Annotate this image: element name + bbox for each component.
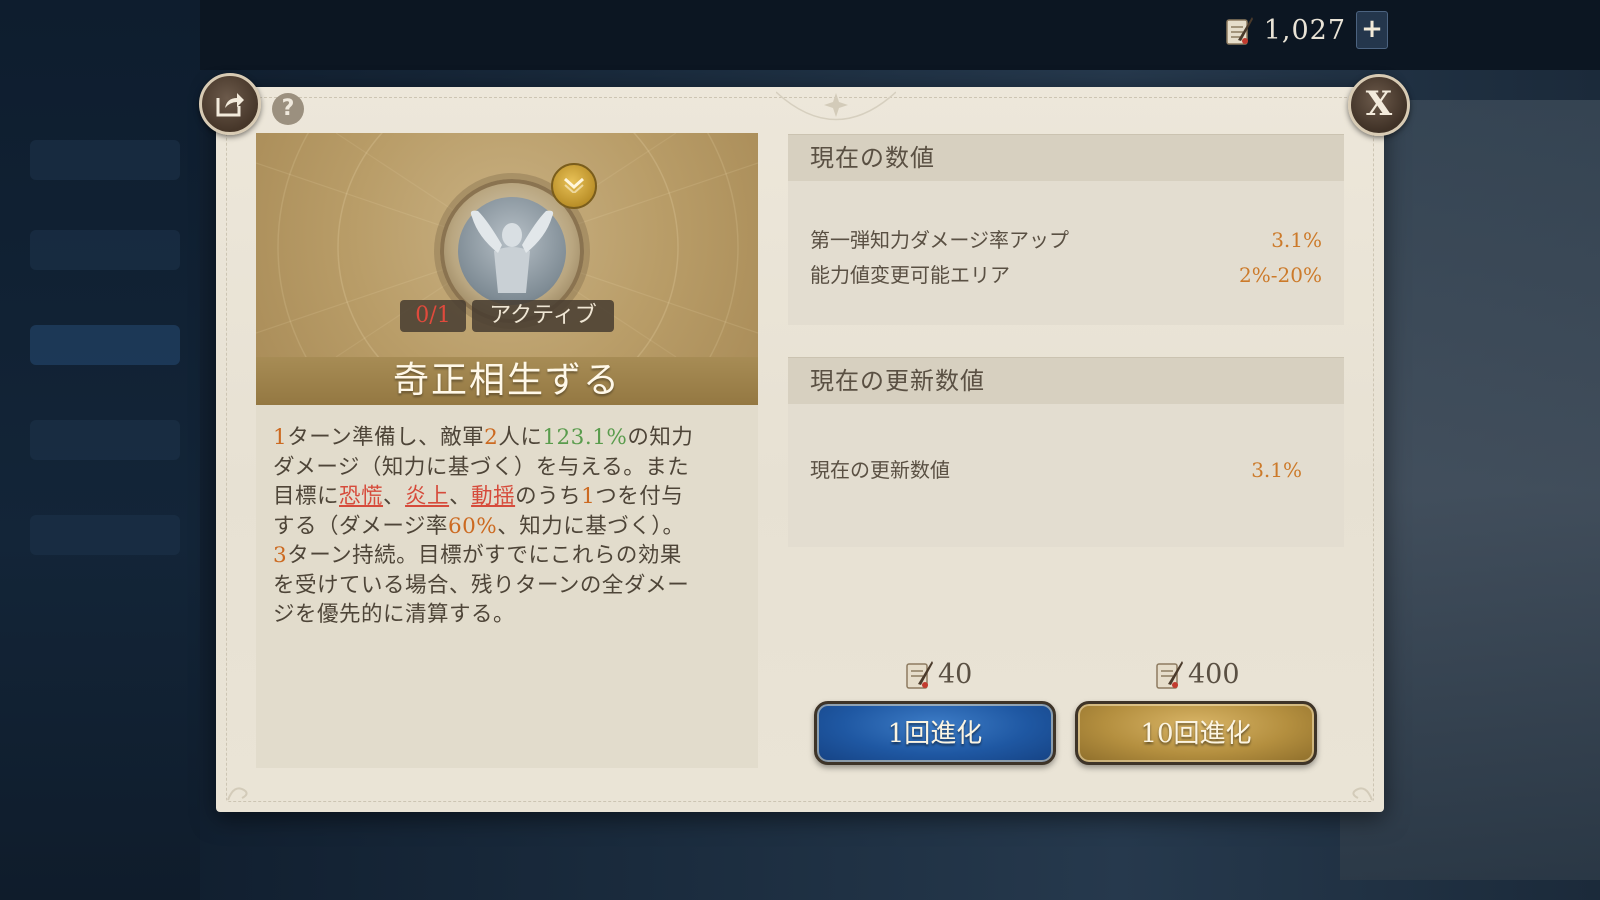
stat-label: 現在の更新数値 [810,458,950,482]
stat-row: 現在の更新数値 3.1% [810,455,1302,485]
background-row [30,325,180,365]
stat-row: 能力値変更可能エリア 2%-20% [810,260,1322,290]
cost-value: 400 [1188,658,1240,690]
close-button[interactable]: X [1348,74,1410,136]
share-icon [216,93,244,117]
description-text: のうち [515,484,582,509]
description-text: ジを優先的に清算する。 [273,602,516,627]
evolve-ten-button[interactable]: 10回進化 [1075,701,1317,765]
skill-art: 0/1 アクティブ [256,133,758,357]
skill-type-tag: アクティブ [472,300,614,332]
skill-count-tag: 0/1 [400,300,466,332]
description-line: 目標に恐慌、炎上、動揺のうち1つを付与 [273,482,743,512]
background-row [30,420,180,460]
help-button[interactable]: ? [272,93,304,125]
description-text: する（ダメージ率 [273,513,448,539]
stat-row: 第一弾知力ダメージ率アップ 3.1% [810,225,1322,255]
current-values-body: 第一弾知力ダメージ率アップ 3.1% 能力値変更可能エリア 2%-20% [788,181,1344,325]
skill-figure-icon [458,197,566,305]
description-line: する（ダメージ率60%、知力に基づく）。 [273,512,743,542]
evolve-once-button[interactable]: 1回進化 [814,701,1056,765]
description-text: 目標に [273,484,340,509]
scroll-quill-icon [1225,17,1253,45]
status-effect-link[interactable]: 恐慌 [339,484,383,509]
current-values-header: 現在の数値 [788,134,1344,182]
stat-value: 2%-20% [1239,263,1322,287]
corner-ornament-icon [1352,787,1373,801]
background-row [30,230,180,270]
description-text: 1 [581,484,596,509]
description-text: 、 [383,484,406,509]
description-text: 人に [498,425,543,450]
description-text: 60% [447,513,498,539]
description-line: ジを優先的に清算する。 [273,600,743,630]
description-text: つを付与 [595,484,684,509]
add-currency-button[interactable]: + [1356,11,1388,49]
evolve-ten-cost: 400 [1154,656,1240,692]
description-line: 1ターン準備し、敵軍2人に123.1%の知力 [273,423,743,453]
description-text: 2 [484,425,499,450]
compass-ornament-icon [776,91,896,121]
description-text: ダメージ（知力に基づく）を与える。また [273,454,690,480]
stat-label: 第一弾知力ダメージ率アップ [810,228,1069,252]
chevron-down-icon [551,163,597,209]
description-text: ターン準備し、敵軍 [287,425,485,450]
currency-display: 1,027 + [1224,10,1388,50]
stat-value: 3.1% [1251,458,1302,482]
stat-label: 能力値変更可能エリア [810,263,1010,287]
status-effect-link[interactable]: 炎上 [405,484,449,509]
background-sidebar [0,0,200,900]
description-text: 、知力に基づく）。 [497,513,685,539]
updated-values-body: 現在の更新数値 3.1% [788,404,1344,547]
skill-name: 奇正相生ずる [256,357,758,405]
skill-description: 1ターン準備し、敵軍2人に123.1%の知力 ダメージ（知力に基づく）を与える。ま… [273,423,743,630]
corner-ornament-icon [227,787,248,801]
share-button[interactable] [199,73,261,135]
description-line: 3ターン持続。目標がすでにこれらの効果 [273,541,743,571]
evolve-once-cost: 40 [904,656,972,692]
description-line: を受けている場合、残りターンの全ダメー [273,571,743,601]
description-line: ダメージ（知力に基づく）を与える。また [273,453,743,483]
status-effect-link[interactable]: 動揺 [471,484,515,509]
description-text: の知力 [627,425,694,450]
background-row [30,140,180,180]
description-text: ターン持続。目標がすでにこれらの効果 [287,543,682,568]
scroll-quill-icon [906,661,933,689]
description-text: 3 [273,543,288,568]
background-row [30,515,180,555]
stat-value: 3.1% [1271,228,1322,252]
description-text: を受けている場合、残りターンの全ダメー [273,572,690,598]
scroll-quill-icon [1156,661,1183,689]
currency-amount: 1,027 [1263,14,1346,46]
skill-info-panel: 0/1 アクティブ 奇正相生ずる 1ターン準備し、敵軍2人に123.1%の知力ダ… [256,133,758,768]
description-text: 、 [449,484,472,509]
updated-values-header: 現在の更新数値 [788,357,1344,405]
description-text: 123.1% [542,425,628,450]
description-text: 1 [273,425,288,450]
cost-value: 40 [938,658,973,690]
